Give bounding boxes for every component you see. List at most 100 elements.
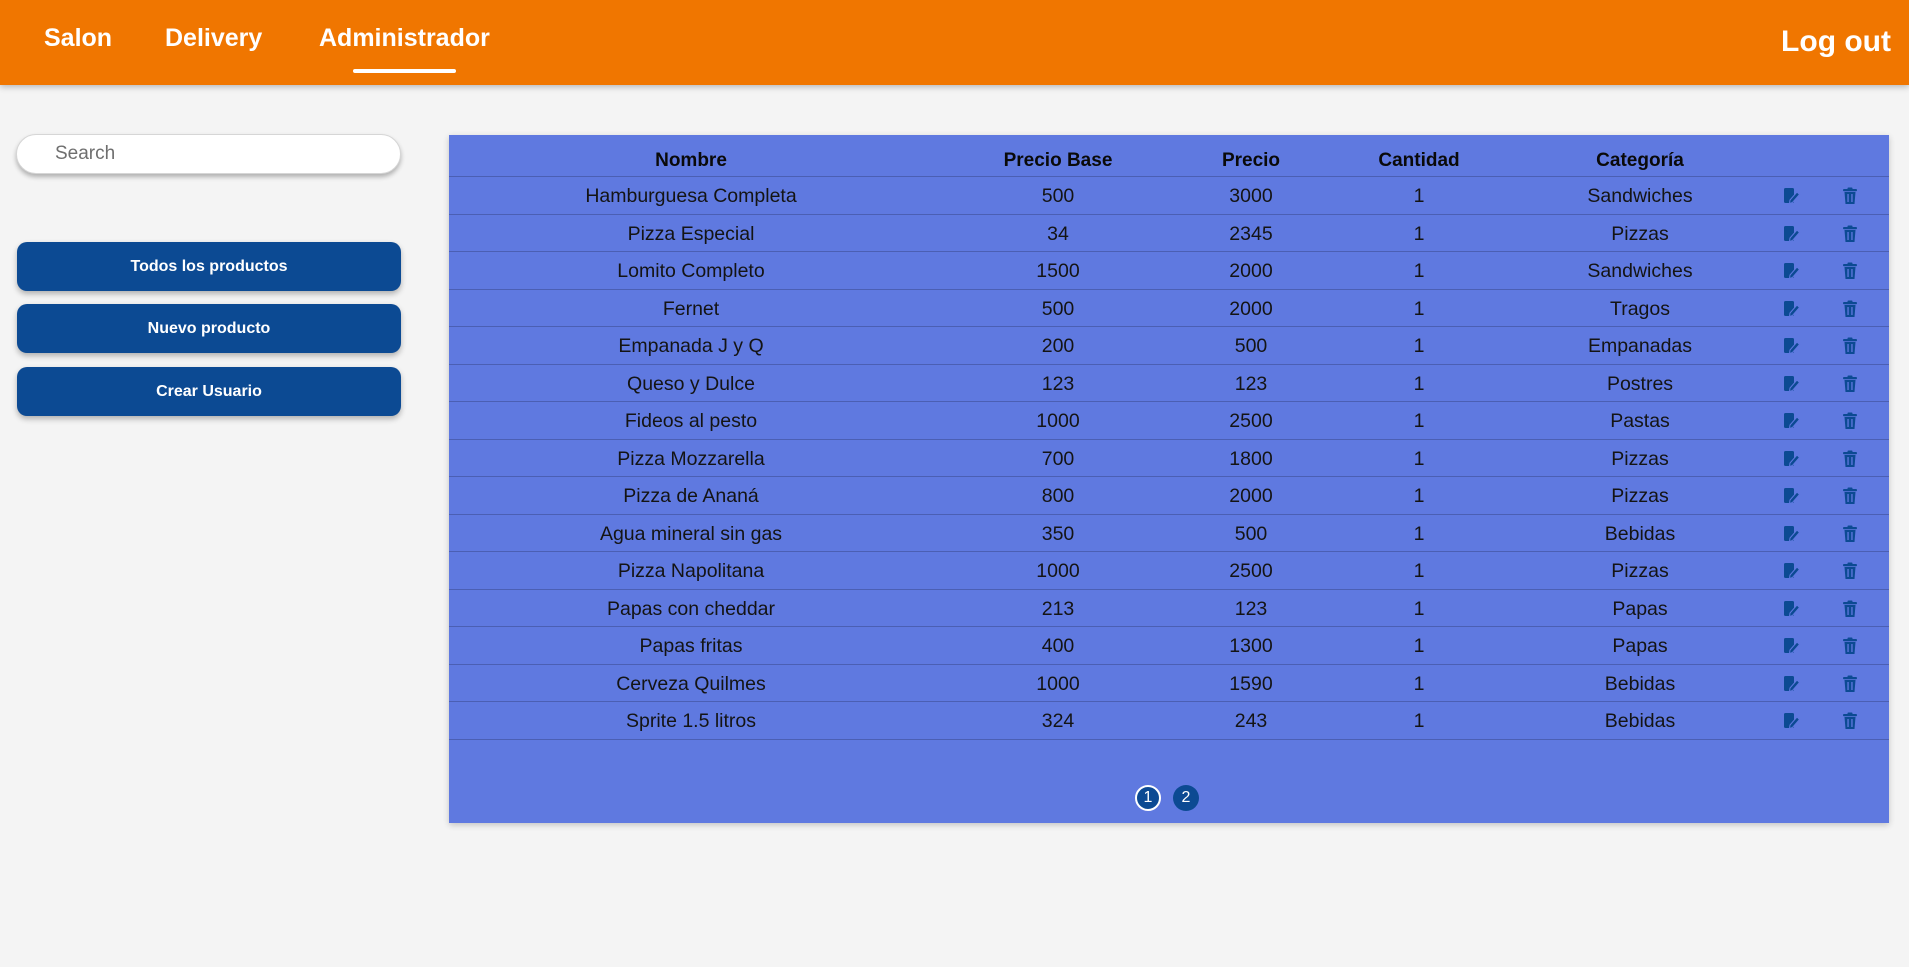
page-button-2[interactable]: 2 (1173, 785, 1199, 811)
edit-icon[interactable] (1781, 336, 1801, 356)
cell-precio-base: 700 (1041, 447, 1075, 470)
cell-precio: 2000 (1229, 260, 1273, 282)
edit-icon[interactable] (1781, 636, 1801, 656)
cell-precio-base: 213 (1041, 597, 1075, 620)
search-input[interactable] (16, 134, 401, 174)
cell-cantidad: 1 (1413, 297, 1425, 320)
cell-precio: 2345 (1229, 222, 1273, 245)
table-row: Pizza Napolitana 1000 2500 1 Pizzas (449, 552, 1889, 590)
cell-precio: 500 (1234, 335, 1268, 357)
edit-icon[interactable] (1781, 561, 1801, 581)
cell-cantidad: 1 (1413, 447, 1425, 470)
cell-precio: 500 (1234, 522, 1268, 545)
page-button-1[interactable]: 1 (1135, 785, 1161, 811)
cell-categoria: Papas (1612, 635, 1668, 657)
cell-nombre: Agua mineral sin gas (599, 522, 783, 545)
logout-button[interactable]: Log out (1781, 25, 1891, 59)
trash-icon[interactable] (1840, 636, 1860, 656)
trash-icon[interactable] (1840, 186, 1860, 206)
create-user-button[interactable]: Crear Usuario (17, 367, 401, 416)
edit-icon[interactable] (1781, 224, 1801, 244)
cell-nombre: Empanada J y Q (618, 335, 764, 357)
new-product-button[interactable]: Nuevo producto (17, 304, 401, 353)
cell-nombre: Sprite 1.5 litros (625, 710, 757, 732)
cell-nombre: Pizza de Ananá (623, 485, 759, 507)
cell-precio: 2000 (1229, 297, 1273, 320)
cell-precio-base: 324 (1041, 710, 1075, 732)
cell-precio: 2500 (1229, 410, 1273, 432)
edit-icon[interactable] (1781, 599, 1801, 619)
edit-icon[interactable] (1781, 486, 1801, 506)
cell-categoria: Postres (1606, 372, 1674, 395)
edit-icon[interactable] (1781, 411, 1801, 431)
edit-icon[interactable] (1781, 524, 1801, 544)
trash-icon[interactable] (1840, 711, 1860, 731)
table-row: Pizza de Ananá 800 2000 1 Pizzas (449, 477, 1889, 515)
table-row: Agua mineral sin gas 350 500 1 Bebidas (449, 515, 1889, 552)
cell-categoria: Sandwiches (1587, 260, 1693, 282)
nav-item-administrador[interactable]: Administrador (319, 24, 490, 73)
column-header-nombre: Nombre (655, 150, 727, 171)
cell-cantidad: 1 (1413, 222, 1425, 245)
table-row: Fernet 500 2000 1 Tragos (449, 290, 1889, 327)
column-header-precio-base: Precio Base (1003, 150, 1113, 171)
cell-nombre: Lomito Completo (617, 260, 765, 282)
edit-icon[interactable] (1781, 374, 1801, 394)
cell-precio-base: 1000 (1036, 410, 1080, 432)
table-row: Fideos al pesto 1000 2500 1 Pastas (449, 402, 1889, 440)
cell-nombre: Cerveza Quilmes (616, 672, 766, 695)
cell-precio: 2000 (1229, 485, 1273, 507)
trash-icon[interactable] (1840, 374, 1860, 394)
trash-icon[interactable] (1840, 449, 1860, 469)
cell-precio-base: 200 (1041, 335, 1075, 357)
cell-cantidad: 1 (1413, 485, 1425, 507)
cell-categoria: Tragos (1610, 297, 1670, 320)
edit-icon[interactable] (1781, 449, 1801, 469)
cell-cantidad: 1 (1413, 372, 1425, 395)
table-row: Pizza Especial 34 2345 1 Pizzas (449, 215, 1889, 252)
cell-cantidad: 1 (1413, 335, 1425, 357)
cell-precio-base: 1000 (1036, 560, 1080, 582)
edit-icon[interactable] (1781, 674, 1801, 694)
edit-icon[interactable] (1781, 186, 1801, 206)
edit-icon[interactable] (1781, 299, 1801, 319)
trash-icon[interactable] (1840, 336, 1860, 356)
cell-cantidad: 1 (1413, 260, 1425, 282)
trash-icon[interactable] (1840, 599, 1860, 619)
trash-icon[interactable] (1840, 261, 1860, 281)
cell-precio-base: 1000 (1036, 672, 1080, 695)
nav-item-delivery[interactable]: Delivery (165, 24, 262, 53)
trash-icon[interactable] (1840, 524, 1860, 544)
edit-icon[interactable] (1781, 711, 1801, 731)
trash-icon[interactable] (1840, 299, 1860, 319)
table-row: Empanada J y Q 200 500 1 Empanadas (449, 327, 1889, 365)
cell-categoria: Bebidas (1604, 710, 1676, 732)
all-products-button[interactable]: Todos los productos (17, 242, 401, 291)
trash-icon[interactable] (1840, 411, 1860, 431)
cell-cantidad: 1 (1413, 672, 1425, 695)
cell-nombre: Fideos al pesto (624, 410, 758, 432)
top-navbar: Salon Delivery Administrador Log out (0, 0, 1909, 85)
table-header: Nombre Precio Base Precio Cantidad Categ… (449, 135, 1889, 177)
trash-icon[interactable] (1840, 561, 1860, 581)
edit-icon[interactable] (1781, 261, 1801, 281)
cell-cantidad: 1 (1413, 185, 1425, 207)
cell-categoria: Bebidas (1604, 672, 1676, 695)
cell-categoria: Empanadas (1587, 335, 1693, 357)
cell-precio: 1590 (1229, 672, 1273, 695)
cell-nombre: Fernet (662, 297, 720, 320)
products-table-panel: Nombre Precio Base Precio Cantidad Categ… (449, 135, 1889, 823)
cell-cantidad: 1 (1413, 522, 1425, 545)
cell-categoria: Pastas (1610, 410, 1670, 432)
cell-categoria: Pizzas (1611, 222, 1669, 245)
trash-icon[interactable] (1840, 224, 1860, 244)
cell-nombre: Pizza Napolitana (617, 560, 765, 582)
cell-nombre: Queso y Dulce (627, 372, 755, 395)
nav-item-salon[interactable]: Salon (44, 24, 112, 53)
trash-icon[interactable] (1840, 674, 1860, 694)
cell-precio-base: 500 (1041, 297, 1075, 320)
trash-icon[interactable] (1840, 486, 1860, 506)
cell-precio: 1800 (1229, 447, 1273, 470)
cell-precio-base: 350 (1041, 522, 1075, 545)
cell-precio: 123 (1234, 372, 1268, 395)
